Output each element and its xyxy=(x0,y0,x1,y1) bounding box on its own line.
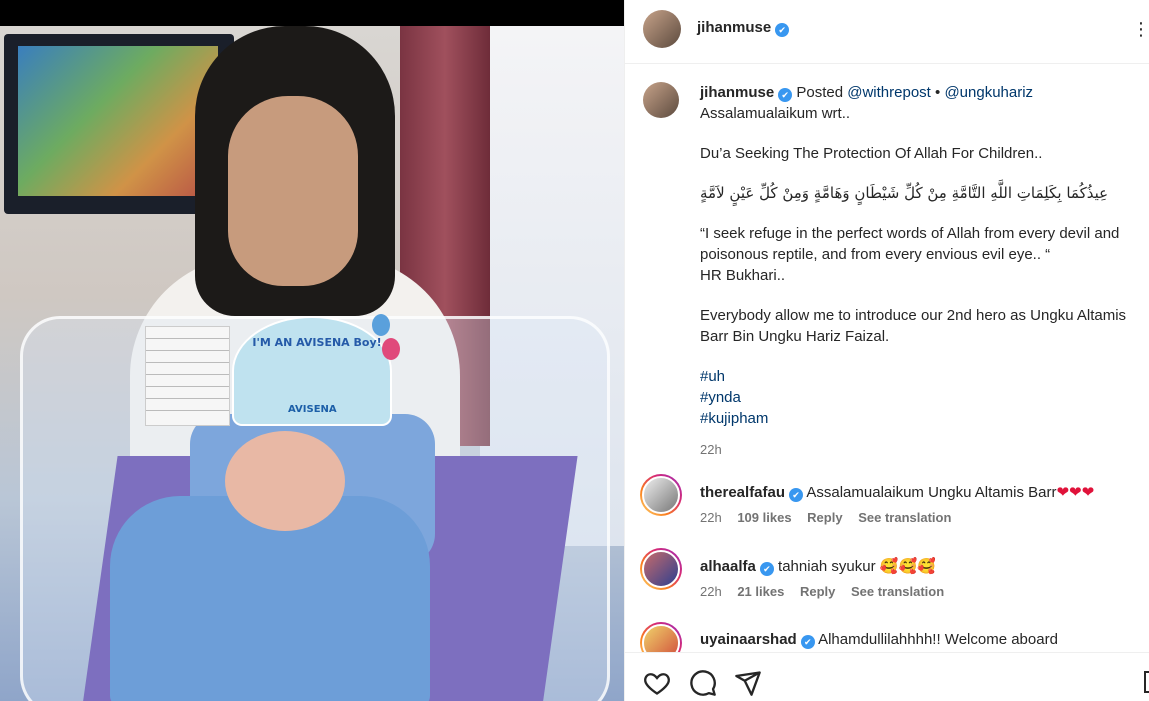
post-side-panel: jihanmuse ✔ ⋮ jihanmuse ✔ Posted @withrepo… xyxy=(624,0,1149,701)
author-avatar[interactable] xyxy=(643,10,681,48)
caption-author[interactable]: jihanmuse xyxy=(700,84,774,101)
comment-reply-button[interactable]: Reply xyxy=(800,584,835,599)
caption-translation: “I seek refuge in the perfect words of A… xyxy=(700,225,1120,263)
comment-username[interactable]: uyainaarshad xyxy=(700,631,797,648)
verified-icon: ✔ xyxy=(775,23,790,37)
comment-likes[interactable]: 21 likes xyxy=(737,584,784,599)
author-username[interactable]: jihanmuse ✔ xyxy=(697,19,790,37)
caption-body: jihanmuse ✔ Posted @withrepost • @ungkuha… xyxy=(700,82,1149,460)
heart-emoji: ❤❤❤ xyxy=(1056,484,1095,501)
hashtag-link[interactable]: #uh xyxy=(700,366,1149,387)
caption-source: HR Bukhari.. xyxy=(700,267,786,284)
comment-item: therealfafau ✔ Assalamualaikum Ungku Alta… xyxy=(625,474,1149,534)
repost-link[interactable]: @withrepost xyxy=(847,84,931,101)
comment-avatar[interactable] xyxy=(640,474,682,516)
hashtag-link[interactable]: #kujipham xyxy=(700,408,1149,429)
caption-avatar[interactable] xyxy=(643,82,679,118)
post-header: jihanmuse ✔ ⋮ xyxy=(625,0,1149,64)
caption-title: Du’a Seeking The Protection Of Allah For… xyxy=(700,145,1043,162)
comment-meta: 22h 109 likes Reply See translation xyxy=(700,510,963,525)
comment-time[interactable]: 22h xyxy=(700,584,722,599)
comment-icon[interactable] xyxy=(689,669,717,697)
see-translation-button[interactable]: See translation xyxy=(851,584,944,599)
verified-icon: ✔ xyxy=(800,635,815,649)
comment-text-line: therealfafau ✔ Assalamualaikum Ungku Alta… xyxy=(700,483,1094,502)
balloon-blue xyxy=(372,314,390,336)
hashtag-link[interactable]: #ynda xyxy=(700,387,1149,408)
man-face xyxy=(228,96,358,286)
comment-reply-button[interactable]: Reply xyxy=(807,510,842,525)
comment-time[interactable]: 22h xyxy=(700,510,722,525)
heart-icon[interactable] xyxy=(643,669,671,697)
post-media[interactable]: I'M AN AVISENA Boy! AVISENA xyxy=(0,0,624,701)
caption-intro: Everybody allow me to introduce our 2nd … xyxy=(700,307,1127,345)
comment-username[interactable]: therealfafau xyxy=(700,484,785,501)
verified-icon: ✔ xyxy=(759,562,774,576)
post-timestamp[interactable]: 22h xyxy=(700,439,1149,460)
more-options-icon[interactable]: ⋮ xyxy=(1132,19,1149,40)
name-card-text: I'M AN AVISENA Boy! xyxy=(252,336,382,349)
smile-emoji: 🥰🥰🥰 xyxy=(879,558,936,575)
comment-text: Alhamdullilahhhh!! Welcome aboard xyxy=(818,631,1058,648)
bullet-separator: • xyxy=(935,84,941,101)
comment-likes[interactable]: 109 likes xyxy=(737,510,791,525)
comment-meta: 22h 21 likes Reply See translation xyxy=(700,584,956,599)
bookmark-icon[interactable] xyxy=(1144,671,1149,693)
comment-text-line: uyainaarshad ✔ Alhamdullilahhhh!! Welcome… xyxy=(700,631,1058,649)
see-translation-button[interactable]: See translation xyxy=(858,510,951,525)
comment-item: uyainaarshad ✔ Alhamdullilahhhh!! Welcome… xyxy=(625,622,1149,652)
balloon-pink xyxy=(382,338,400,360)
post-action-bar xyxy=(625,652,1149,701)
verified-icon: ✔ xyxy=(778,88,793,102)
verified-icon: ✔ xyxy=(789,488,804,502)
comment-text: tahniah syukur xyxy=(778,558,876,575)
name-card-brand: AVISENA xyxy=(288,404,337,415)
caption-greeting: Assalamualaikum wrt.. xyxy=(700,105,851,122)
caption-arabic: عِيذُكُمَا بِكَلِمَاتِ اللَّهِ التَّامَّ… xyxy=(700,184,1109,202)
comment-avatar[interactable] xyxy=(640,622,682,652)
author-username-text[interactable]: jihanmuse xyxy=(697,19,771,36)
caption-byline: jihanmuse ✔ Posted @withrepost • @ungkuha… xyxy=(700,82,1149,103)
comment-avatar[interactable] xyxy=(640,548,682,590)
share-icon[interactable] xyxy=(734,669,762,697)
posted-label: Posted xyxy=(796,84,844,101)
comment-text: Assalamualaikum Ungku Altamis Barr xyxy=(806,484,1057,501)
media-top-bar xyxy=(0,0,624,26)
baby-head xyxy=(225,431,345,531)
comment-item: alhaalfa ✔ tahniah syukur 🥰🥰🥰 22h 21 like… xyxy=(625,548,1149,608)
comment-username[interactable]: alhaalfa xyxy=(700,558,756,575)
crib-label-tag xyxy=(145,326,230,426)
comment-text-line: alhaalfa ✔ tahniah syukur 🥰🥰🥰 xyxy=(700,557,936,576)
original-author-link[interactable]: @ungkuhariz xyxy=(944,84,1033,101)
post-photo[interactable]: I'M AN AVISENA Boy! AVISENA xyxy=(0,26,624,701)
